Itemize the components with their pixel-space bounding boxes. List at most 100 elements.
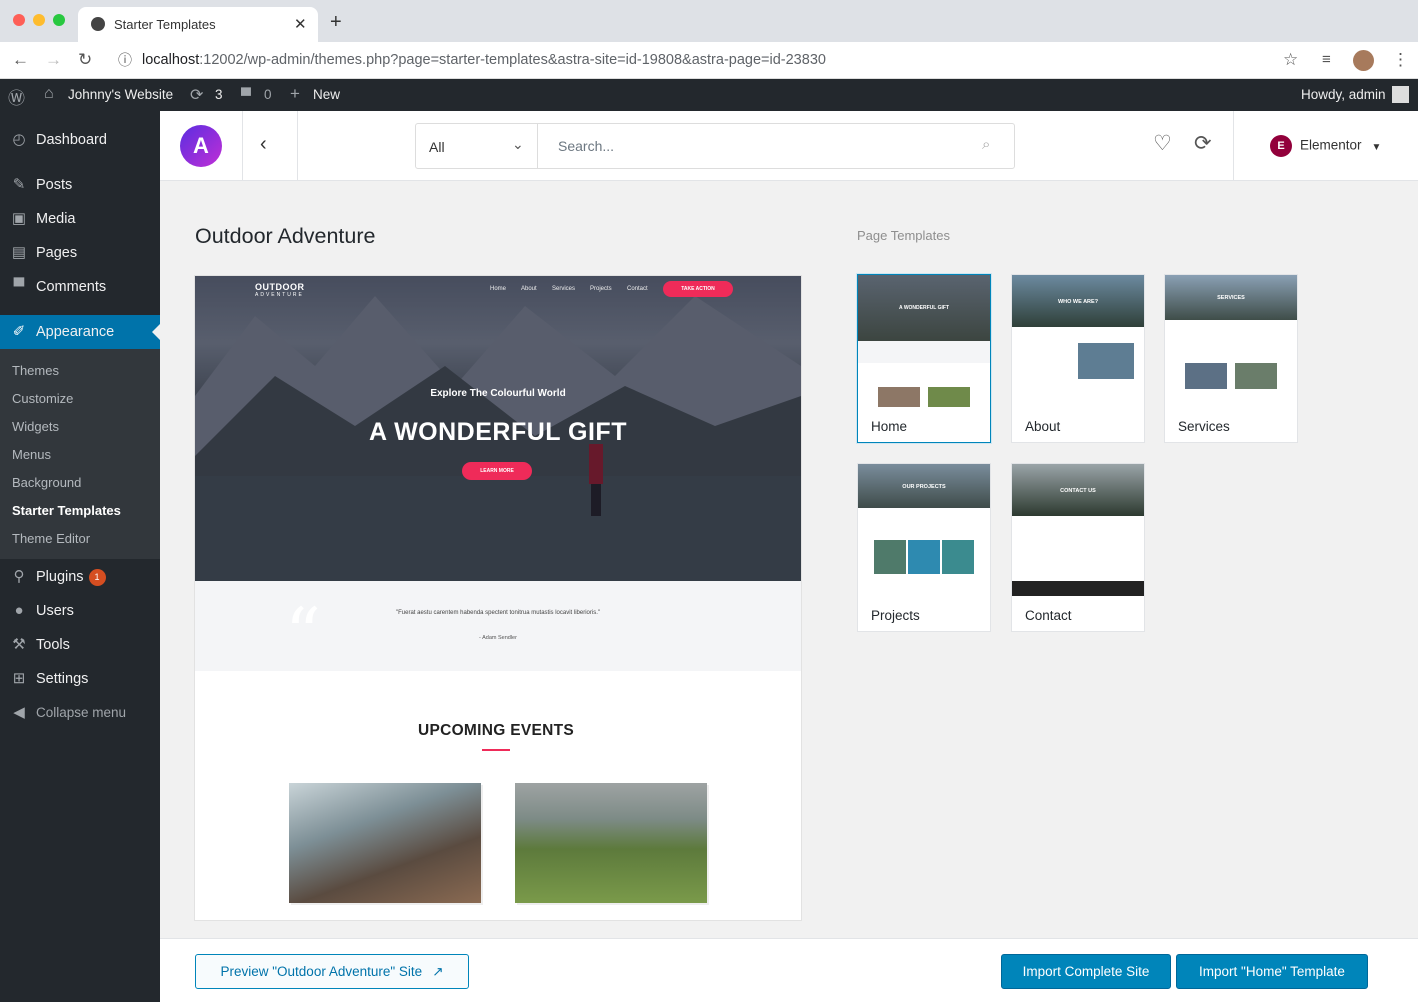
plugins-label: Plugins [36,569,84,585]
filter-value: All [429,139,445,155]
submenu-customize[interactable]: Customize [12,391,73,406]
comment-icon: ▀ [13,278,25,295]
profile-avatar[interactable] [1353,50,1374,71]
preview-cta-button: TAKE ACTION [663,281,733,297]
template-thumbnail: CONTACT US [1012,464,1144,596]
menu-label: Collapse menu [36,705,127,720]
action-footer: Preview "Outdoor Adventure" Site ↗ Import… [160,938,1418,1002]
menu-label: Dashboard [36,132,107,148]
wordpress-logo-icon[interactable]: Ⓦ [8,84,25,109]
user-icon: ● [14,602,24,619]
tab-title: Starter Templates [114,17,216,32]
plus-icon: + [290,84,300,103]
active-indicator [152,324,160,340]
template-card-about[interactable]: WHO WE ARE? About [1011,274,1145,443]
comments-count[interactable]: 0 [264,87,272,102]
template-card-home[interactable]: A WONDERFUL GIFT Home [857,274,991,443]
menu-tools[interactable]: ⚒ Tools [0,628,160,662]
admin-avatar[interactable] [1392,86,1409,103]
close-window-button[interactable] [13,14,25,26]
back-chevron-icon[interactable]: ‹ [260,133,267,156]
updates-count[interactable]: 3 [215,87,223,102]
media-icon: ▣ [11,210,27,227]
menu-label: Tools [36,637,70,653]
admin-sidebar: ◴ Dashboard ✎ Posts ▣ Media ▤ Pages ▀ Co… [0,111,160,1002]
menu-settings[interactable]: ⊞ Settings [0,662,160,696]
menu-label: Posts [36,177,73,193]
new-content-link[interactable]: New [313,87,340,102]
maximize-window-button[interactable] [53,14,65,26]
menu-media[interactable]: ▣ Media [0,202,160,236]
wp-admin-bar: Ⓦ ⌂ Johnny's Website ⟳ 3 ▀ 0 + New Howdy… [0,79,1418,111]
event-image-hiker [289,783,481,903]
thumbnail-footer [1012,581,1144,596]
template-label: Projects [871,608,920,623]
logo-line1: OUTDOOR [255,282,305,292]
new-tab-button[interactable]: + [330,12,342,32]
menu-dashboard[interactable]: ◴ Dashboard [0,123,160,157]
sync-icon[interactable]: ⟳ [1194,133,1212,155]
collapse-menu[interactable]: ◀ Collapse menu [0,696,160,730]
submenu-widgets[interactable]: Widgets [12,419,59,434]
preview-site-button[interactable]: Preview "Outdoor Adventure" Site ↗ [195,954,469,989]
thumbnail-hero-text: CONTACT US [1060,488,1096,494]
main-content: A ‹ All ⌄ ⌕ ♡ ⟳ E Elementor ▼ Outdoor Adve… [160,111,1418,1002]
info-icon[interactable]: ⓘ [118,50,132,70]
bookmark-star-icon[interactable]: ☆ [1283,50,1298,70]
templates-header: A ‹ All ⌄ ⌕ ♡ ⟳ E Elementor ▼ [160,111,1418,181]
favorites-heart-icon[interactable]: ♡ [1153,133,1172,155]
category-filter-select[interactable]: All ⌄ [416,124,538,168]
menu-plugins[interactable]: ⚲ Plugins 1 [0,560,160,594]
reload-icon[interactable]: ↻ [78,50,92,70]
search-input[interactable] [539,124,979,168]
menu-appearance[interactable]: ✐ Appearance [0,315,160,349]
menu-pages[interactable]: ▤ Pages [0,236,160,270]
import-complete-site-button[interactable]: Import Complete Site [1001,954,1171,989]
account-greeting[interactable]: Howdy, admin [1301,87,1386,102]
submenu-background[interactable]: Background [12,475,81,490]
minimize-window-button[interactable] [33,14,45,26]
submenu-themes[interactable]: Themes [12,363,59,378]
thumbnail-photo [1078,343,1134,379]
wrench-icon: ⚒ [12,636,26,653]
more-menu-icon[interactable]: ⋮ [1392,50,1409,70]
astra-logo[interactable]: A [180,125,222,167]
template-card-services[interactable]: SERVICES Services [1164,274,1298,443]
comments-icon: ▀ [241,87,251,103]
external-link-icon: ↗ [432,964,444,979]
import-template-button[interactable]: Import "Home" Template [1176,954,1368,989]
back-arrow-icon[interactable]: ← [12,50,29,70]
submenu-starter-templates[interactable]: Starter Templates [12,503,121,518]
template-card-contact[interactable]: CONTACT US Contact [1011,463,1145,632]
menu-posts[interactable]: ✎ Posts [0,168,160,202]
browser-tab[interactable]: Starter Templates ✕ [78,7,318,42]
submenu-theme-editor[interactable]: Theme Editor [12,531,90,546]
template-label: Home [871,419,908,434]
preview-learn-more: LEARN MORE [462,462,532,480]
menu-label: Settings [36,671,89,687]
menu-comments[interactable]: ▀ Comments [0,270,160,304]
thumbnail-photo [908,540,940,574]
search-icon[interactable]: ⌕ [982,136,990,153]
forward-arrow-icon[interactable]: → [45,50,62,70]
page-builder-dropdown[interactable]: E Elementor ▼ [1270,135,1381,157]
address-bar[interactable]: localhost:12002/wp-admin/themes.php?page… [142,52,826,68]
media-queue-icon[interactable]: ≡ [1322,50,1331,70]
template-card-projects[interactable]: OUR PROJECTS Projects [857,463,991,632]
site-name-link[interactable]: Johnny's Website [68,87,173,102]
events-heading: UPCOMING EVENTS [417,722,575,739]
paintbrush-icon: ✐ [12,323,26,340]
menu-label: Comments [36,279,107,295]
preview-nav-about: About [521,286,537,292]
site-preview[interactable]: OUTDOOR ADVENTURE Home About Services Pro… [195,276,801,920]
pushpin-icon: ✎ [12,176,26,193]
submenu-menus[interactable]: Menus [12,447,51,462]
page-templates-label: Page Templates [857,228,950,243]
url-host: localhost [142,52,200,68]
menu-users[interactable]: ● Users [0,594,160,628]
preview-subtitle: Explore The Colourful World [430,388,566,399]
logo-line2: ADVENTURE [255,292,304,298]
close-tab-icon[interactable]: ✕ [294,15,307,33]
home-icon: ⌂ [44,85,54,102]
plugin-icon: ⚲ [13,568,25,585]
